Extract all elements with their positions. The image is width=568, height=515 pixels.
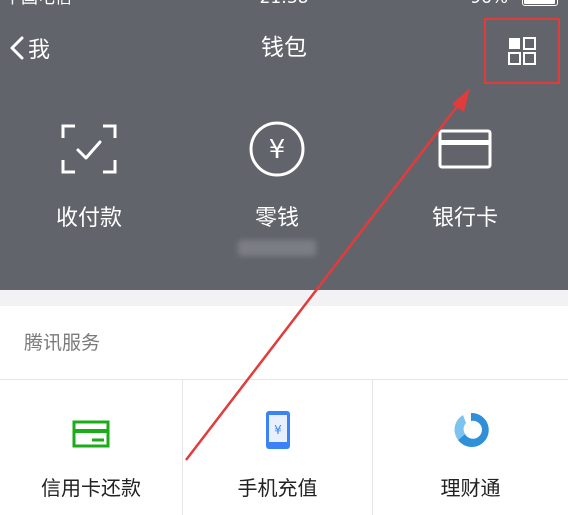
status-bar: 中国电信 21:38 96% (0, 0, 568, 10)
wallet-item-label: 收付款 (55, 206, 122, 231)
service-item-phone-topup[interactable]: ¥ 手机充值 (183, 380, 372, 515)
back-label: 我 (28, 38, 51, 63)
service-item-label: 信用卡还款 (41, 476, 141, 500)
wallet-item-pay[interactable]: 收付款 (0, 120, 184, 240)
services-section: 腾讯服务 信用卡还款 ¥ 手机充值 理财通 (0, 306, 568, 515)
wallet-item-label: 零钱 (254, 206, 299, 231)
wallet-item-bankcard[interactable]: 银行卡 (370, 120, 560, 240)
battery-percent: 96% (470, 0, 508, 10)
back-button[interactable]: 我 (8, 28, 50, 68)
blurred-balance (238, 240, 316, 256)
wallet-item-change[interactable]: ¥ 零钱 (182, 120, 372, 240)
more-menu-button[interactable] (484, 18, 560, 84)
svg-text:¥: ¥ (269, 135, 286, 165)
phone-topup-icon: ¥ (265, 411, 290, 449)
grid-menu-icon (508, 37, 536, 65)
bank-card-icon (438, 129, 492, 169)
credit-card-repay-icon (72, 420, 110, 448)
service-item-licaitong[interactable]: 理财通 (373, 380, 568, 515)
service-item-label: 手机充值 (237, 476, 318, 500)
licaitong-icon (454, 412, 489, 447)
yuan-coin-icon: ¥ (249, 121, 305, 177)
chevron-left-icon (10, 36, 24, 60)
wallet-header: 中国电信 21:38 96% 我 钱包 收付款 (0, 0, 568, 290)
service-item-credit-card[interactable]: 信用卡还款 (0, 380, 182, 515)
battery-icon (522, 0, 558, 6)
service-item-label: 理财通 (440, 476, 501, 500)
page-title: 钱包 (261, 35, 307, 61)
wallet-item-label: 银行卡 (431, 206, 498, 231)
svg-text:¥: ¥ (274, 423, 282, 437)
scan-pay-icon (61, 124, 117, 174)
section-title: 腾讯服务 (24, 332, 101, 354)
